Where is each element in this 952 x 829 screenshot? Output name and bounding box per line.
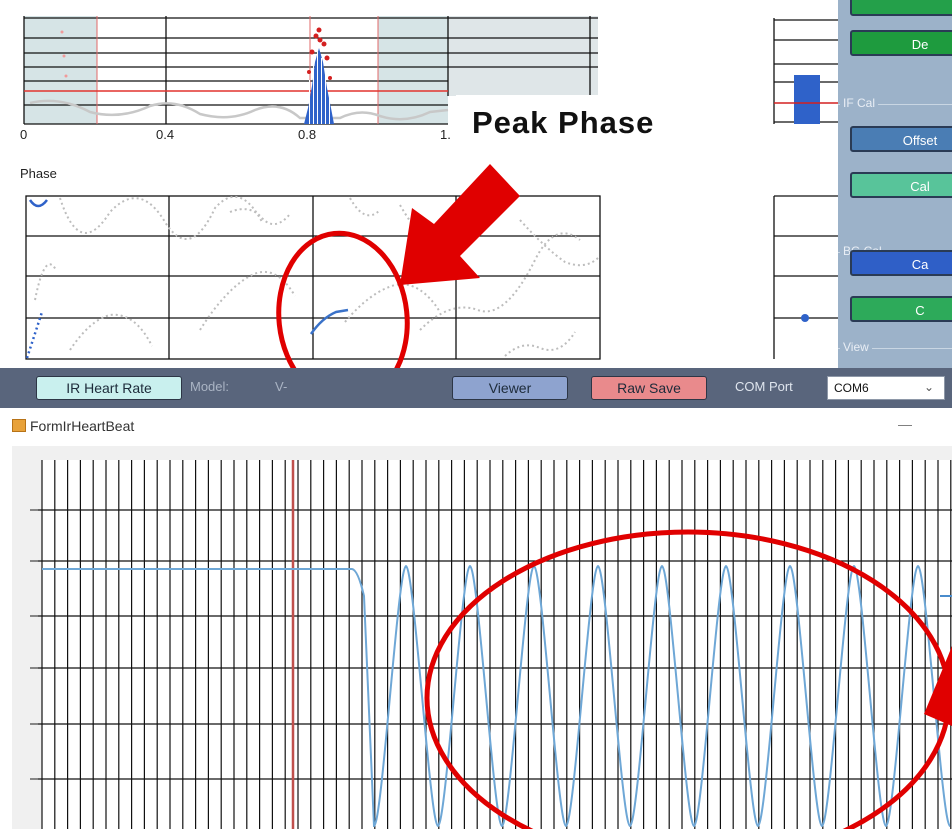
cal-button[interactable]: Cal (850, 172, 952, 198)
waveform-chart (30, 460, 952, 829)
mini-chart (773, 18, 838, 359)
toolbar: IR Heart Rate Model: V- Viewer Raw Save … (0, 368, 952, 408)
ca-button[interactable]: Ca (850, 250, 952, 276)
minimize-button[interactable]: — (898, 416, 912, 432)
com-port-label: COM Port (735, 379, 793, 394)
peak-phase-callout: Peak Phase (456, 95, 756, 155)
top-charts (23, 16, 838, 368)
phase-label: Phase (20, 166, 57, 181)
top-panel: 0 0.4 0.8 1. Phase Peak Phase De IF Cal … (0, 0, 952, 368)
tick-label-0-4: 0.4 (156, 127, 175, 142)
view-group-label: View (840, 340, 872, 354)
app-icon (12, 419, 26, 432)
viewer-button[interactable]: Viewer (452, 376, 568, 400)
if-cal-group-label: IF Cal (840, 96, 879, 110)
c-button[interactable]: C (850, 296, 952, 322)
peak-phase-text: Peak Phase (472, 105, 655, 140)
form-window: FormIrHeartBeat — (0, 408, 952, 829)
phase-chart (25, 195, 601, 360)
model-label: Model: (190, 379, 230, 394)
com-port-select[interactable]: COM6 ⌄ (827, 376, 945, 400)
model-value: V- (275, 379, 288, 394)
side-panel: De IF Cal Offset Cal BG Cal Ca C View (838, 0, 952, 368)
green-button-top[interactable] (850, 0, 952, 16)
plot-area (12, 446, 952, 829)
tick-label-1: 1. (440, 127, 451, 142)
chevron-down-icon: ⌄ (924, 380, 935, 394)
tick-label-0-8: 0.8 (298, 127, 317, 142)
tick-label-0: 0 (20, 127, 28, 142)
window-title: FormIrHeartBeat (30, 418, 135, 434)
raw-save-button[interactable]: Raw Save (591, 376, 707, 400)
de-button[interactable]: De (850, 30, 952, 56)
com-port-value: COM6 (834, 381, 869, 395)
window-titlebar: FormIrHeartBeat — (0, 408, 952, 446)
offset-button[interactable]: Offset (850, 126, 952, 152)
ir-heart-rate-button[interactable]: IR Heart Rate (36, 376, 182, 400)
